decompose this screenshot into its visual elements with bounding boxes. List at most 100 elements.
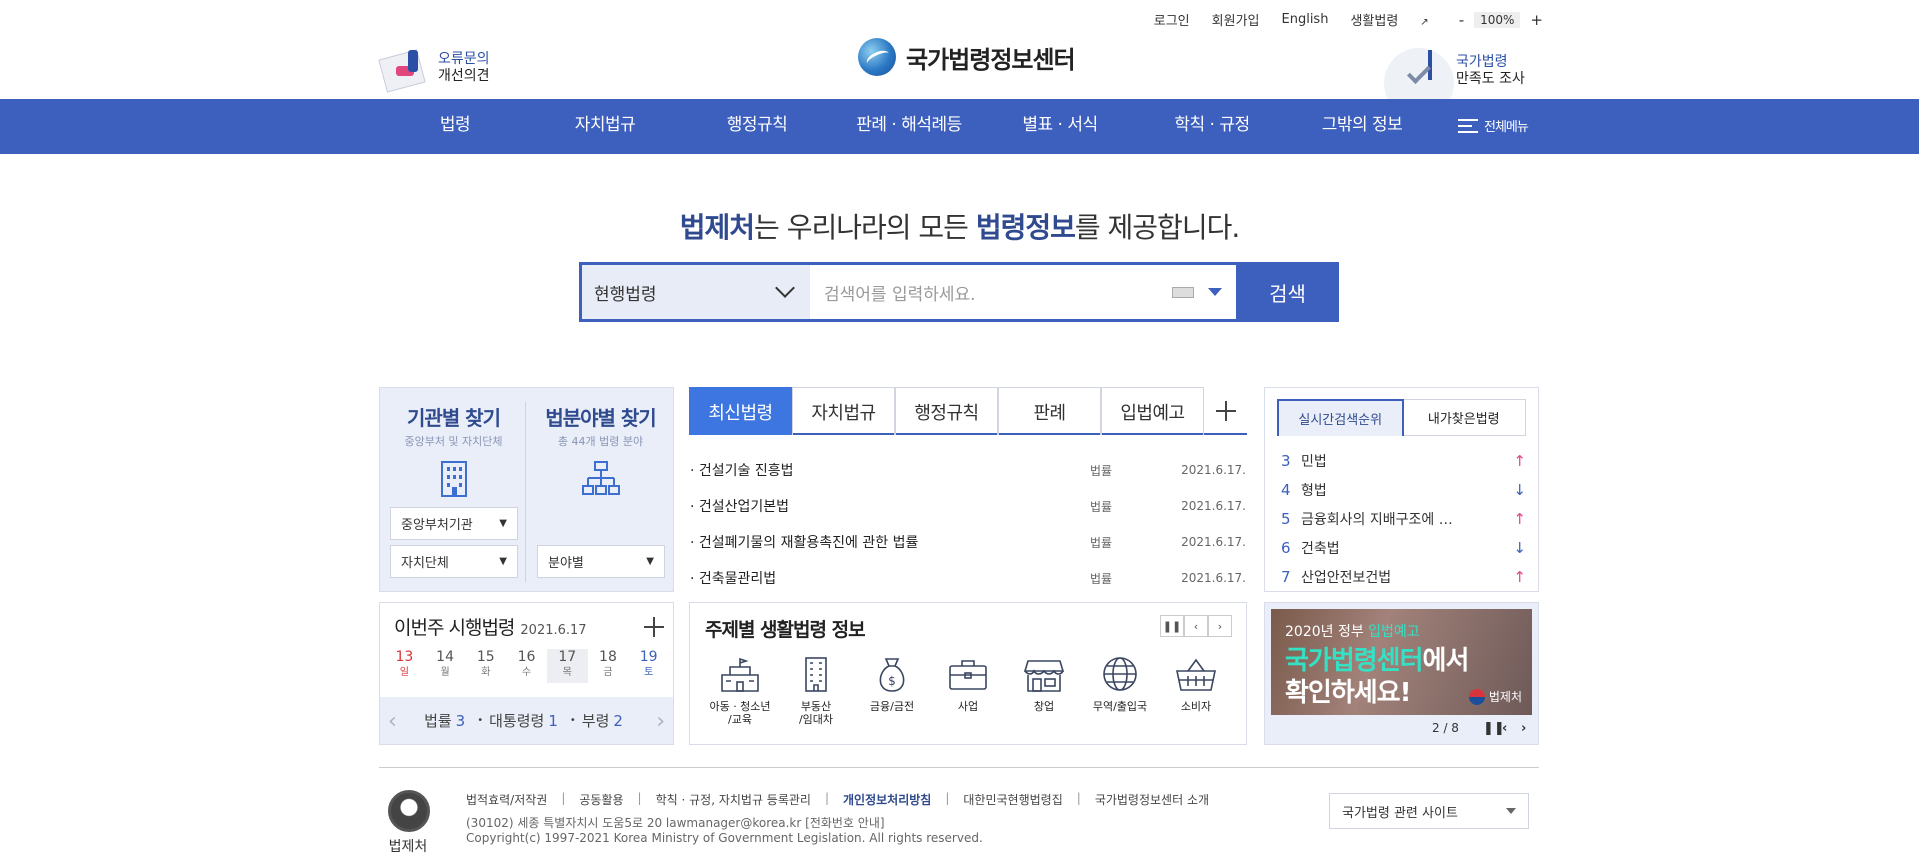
list-item[interactable]: 6 건축법 ↓ (1281, 533, 1526, 562)
tab-my-searched-laws[interactable]: 내가찾은법령 (1403, 400, 1526, 435)
search-button[interactable]: 검색 (1236, 262, 1339, 322)
weekly-more-plus-icon[interactable] (644, 617, 664, 637)
chevron-right-icon[interactable]: › (1208, 615, 1232, 637)
agency-finder-title[interactable]: 기관별 찾기 (380, 402, 527, 431)
rank-name[interactable]: 건축법 (1301, 538, 1513, 558)
site-logo[interactable]: 국가법령정보센터 (858, 38, 1076, 76)
day-16[interactable]: 16 수 (506, 649, 547, 683)
nav-item-other-info[interactable]: 그밖의 정보 (1312, 99, 1412, 154)
all-menu-button[interactable]: 전체메뉴 (1458, 116, 1529, 135)
law-name[interactable]: · 건설폐기물의 재활용촉진에 관한 법률 (690, 532, 1090, 552)
day-num: 17 (558, 649, 577, 665)
day-14[interactable]: 14 월 (425, 649, 466, 683)
list-item[interactable]: 7 산업안전보건법 ↑ (1281, 562, 1526, 591)
theme-startup[interactable]: 창업 (1006, 655, 1082, 726)
law-count[interactable]: 3 (456, 712, 466, 730)
chevron-left-icon[interactable]: ‹ (1184, 615, 1208, 637)
store-icon (1023, 660, 1065, 692)
nav-item-precedents[interactable]: 판례 · 해석례등 (846, 99, 972, 154)
theme-label: 무역/출입국 (1092, 700, 1148, 713)
decree-count[interactable]: 1 (548, 712, 558, 730)
tab-realtime-ranking[interactable]: 실시간검색순위 (1277, 399, 1404, 436)
zoom-in-button[interactable]: + (1526, 11, 1547, 29)
zoom-out-button[interactable]: - (1455, 11, 1468, 29)
theme-business[interactable]: 사업 (930, 655, 1006, 726)
law-name[interactable]: · 건축물관리법 (690, 568, 1090, 588)
basket-icon (1176, 658, 1216, 691)
weekday-strip: 13 일 14 월 15 화 16 수 17 목 18 금 19 토 (384, 649, 669, 683)
tab-local-laws[interactable]: 자치법규 (792, 387, 895, 435)
promo-banner[interactable]: 2020년 정부 입법예고 국가법령센터에서 확인하세요! 법제처 (1271, 609, 1532, 715)
weekly-laws-panel: 이번주 시행법령 2021.6.17 13 일 14 월 15 화 16 수 17 목 18… (379, 602, 674, 745)
building-icon (441, 461, 467, 497)
tab-admin-rules[interactable]: 행정규칙 (895, 387, 998, 435)
day-18[interactable]: 18 금 (588, 649, 629, 683)
nav-item-local-laws[interactable]: 자치법규 (560, 99, 650, 154)
rank-name[interactable]: 형법 (1301, 480, 1513, 500)
rank-name[interactable]: 민법 (1301, 451, 1513, 471)
rank-name[interactable]: 금융회사의 지배구조에 … (1301, 509, 1513, 529)
survey-link[interactable]: 국가법령 만족도 조사 (1384, 44, 1525, 118)
day-15[interactable]: 15 화 (465, 649, 506, 683)
list-item[interactable]: · 건설산업기본법 법률 2021.6.17. (690, 488, 1246, 524)
nav-item-admin-rules[interactable]: 행정규칙 (710, 99, 804, 154)
nav-item-school-rules[interactable]: 학칙 · 규정 (1162, 99, 1262, 154)
list-item[interactable]: · 건설폐기물의 재활용촉진에 관한 법률 법률 2021.6.17. (690, 524, 1246, 560)
theme-children-education[interactable]: 아동 · 청소년/교육 (702, 655, 778, 726)
list-item[interactable]: 5 금융회사의 지배구조에 … ↑ (1281, 504, 1526, 533)
day-19[interactable]: 19 토 (628, 649, 669, 683)
keyboard-icon[interactable] (1172, 286, 1194, 298)
list-item[interactable]: 4 형법 ↓ (1281, 475, 1526, 504)
chevron-left-icon[interactable]: ‹ (1502, 721, 1507, 736)
chevron-right-icon[interactable]: › (1521, 721, 1526, 736)
field-select-value: 분야별 (548, 556, 584, 571)
tab-latest-laws[interactable]: 최신법령 (689, 387, 792, 435)
theme-consumer[interactable]: 소비자 (1158, 655, 1234, 726)
footer-link-sharing[interactable]: 공동활용 (579, 791, 623, 808)
search-input[interactable]: 검색어를 입력하세요. (810, 265, 1236, 319)
related-sites-select[interactable]: 국가법령 관련 사이트 (1329, 793, 1529, 829)
login-link[interactable]: 로그인 (1154, 10, 1190, 29)
footer-link-about[interactable]: 국가법령정보센터 소개 (1095, 791, 1209, 808)
briefcase-icon (949, 660, 987, 690)
error-report-link[interactable]: 오류문의 개선의견 (378, 44, 490, 93)
field-select[interactable]: 분야별 ▼ (537, 545, 665, 578)
local-gov-select[interactable]: 자치단체 ▼ (390, 545, 518, 578)
theme-real-estate[interactable]: 부동산/임대차 (778, 655, 854, 726)
english-link[interactable]: English (1282, 12, 1329, 27)
chevron-left-icon[interactable]: ‹ (388, 709, 397, 734)
search-category-select[interactable]: 현행법령 (582, 265, 810, 319)
tabs-more-button[interactable] (1204, 387, 1244, 435)
law-name[interactable]: · 건설기술 진흥법 (690, 460, 1090, 480)
field-finder-subtitle: 총 44개 법령 분야 (557, 435, 644, 448)
law-date: 2021.6.17. (1181, 535, 1246, 549)
tab-legislation-notice[interactable]: 입법예고 (1101, 387, 1204, 435)
footer-links: 법적효력/저작권 | 공동활용 | 학칙 · 규정, 자치법규 등록관리 | 개인정보… (466, 791, 1210, 808)
list-item[interactable]: · 건설기술 진흥법 법률 2021.6.17. (690, 452, 1246, 488)
day-13[interactable]: 13 일 (384, 649, 425, 683)
ordinance-count[interactable]: 2 (613, 712, 623, 730)
footer-link-privacy[interactable]: 개인정보처리방침 (843, 791, 931, 808)
footer-link-registration[interactable]: 학칙 · 규정, 자치법규 등록관리 (656, 791, 811, 808)
signup-link[interactable]: 회원가입 (1212, 14, 1260, 29)
rank-name[interactable]: 산업안전보건법 (1301, 567, 1513, 587)
theme-finance[interactable]: $ 금융/금전 (854, 655, 930, 726)
chevron-right-icon[interactable]: › (656, 709, 665, 734)
pause-icon[interactable]: ❚❚ (1160, 615, 1184, 637)
list-item[interactable]: · 건축물관리법 법률 2021.6.17. (690, 560, 1246, 596)
law-name[interactable]: · 건설산업기본법 (690, 496, 1090, 516)
nav-item-laws[interactable]: 법령 (420, 99, 490, 154)
day-num: 19 (639, 649, 658, 665)
field-finder-title[interactable]: 법분야별 찾기 (527, 402, 674, 431)
list-item[interactable]: 3 민법 ↑ (1281, 446, 1526, 475)
footer-link-copyright[interactable]: 법적효력/저작권 (466, 791, 547, 808)
tab-precedents[interactable]: 판례 (998, 387, 1101, 435)
dropdown-arrow-icon[interactable] (1208, 288, 1222, 296)
day-17[interactable]: 17 목 (546, 649, 588, 683)
life-law-link[interactable]: 생활법령 ↗ (1350, 14, 1428, 29)
agency-select[interactable]: 중앙부처기관 ▼ (390, 507, 518, 540)
apartment-icon (805, 657, 827, 692)
theme-trade[interactable]: 무역/출입국 (1082, 655, 1158, 726)
nav-item-forms[interactable]: 별표 · 서식 (1010, 99, 1110, 154)
footer-link-law-collection[interactable]: 대한민국현행법령집 (963, 791, 1062, 808)
